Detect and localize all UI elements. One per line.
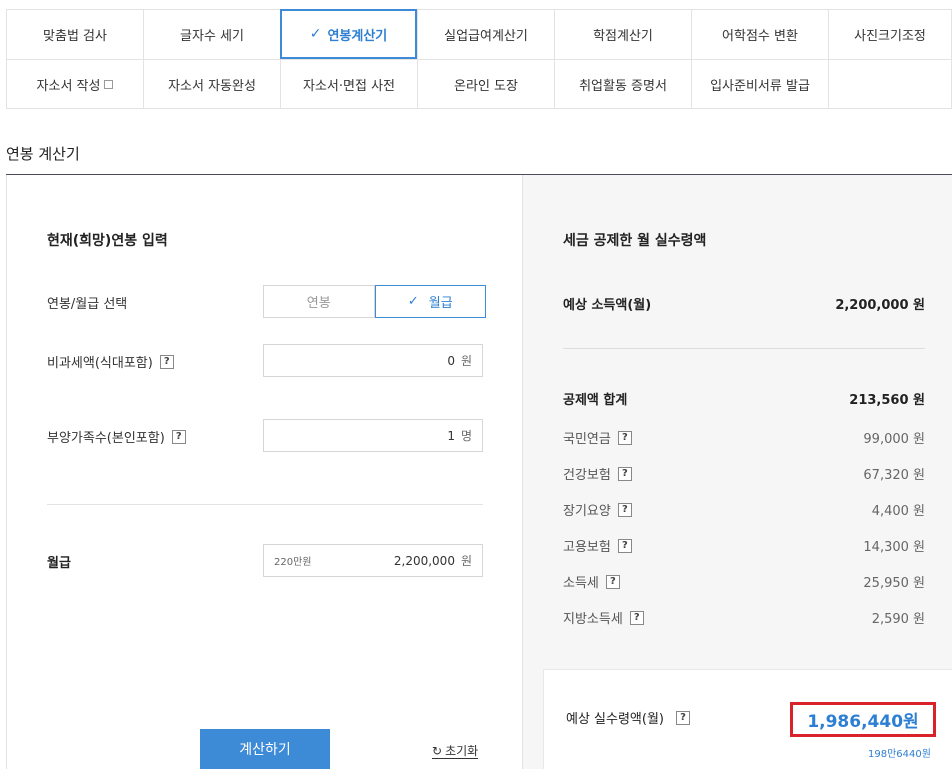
net-pay-box: 예상 실수령액(월) ? 1,986,440원 198만6440원 bbox=[543, 669, 952, 769]
calculate-button[interactable]: 계산하기 bbox=[200, 729, 330, 769]
tool-online-stamp[interactable]: 온라인 도장 bbox=[417, 59, 554, 109]
net-pay-amount: 1,986,440원 bbox=[790, 702, 936, 737]
tool-char-count[interactable]: 글자수 세기 bbox=[143, 9, 280, 59]
income-row: 예상 소득액(월) 2,200,000 원 bbox=[563, 298, 925, 313]
help-icon[interactable]: ? bbox=[676, 710, 690, 725]
deduction-row-local-tax: 지방소득세 ? 2,590 원 bbox=[563, 610, 925, 627]
help-icon[interactable]: ? bbox=[617, 466, 632, 481]
mode-option-monthly[interactable]: ✓ 월급 bbox=[374, 285, 486, 318]
help-icon[interactable]: ? bbox=[605, 574, 620, 589]
salary-input[interactable]: 220만원 2,200,000 원 bbox=[263, 544, 483, 577]
result-panel: 세금 공제한 월 실수령액 예상 소득액(월) 2,200,000 원 공제액 … bbox=[523, 175, 952, 769]
help-icon[interactable]: ? bbox=[617, 502, 632, 517]
tool-cover-letter-autocomplete[interactable]: 자소서 자동완성 bbox=[143, 59, 280, 109]
page-title: 연봉 계산기 bbox=[6, 145, 80, 163]
deduction-row-income-tax: 소득세 ? 25,950 원 bbox=[563, 574, 925, 591]
help-icon[interactable]: ? bbox=[159, 354, 174, 369]
help-icon[interactable]: ? bbox=[617, 430, 632, 445]
tool-gpa-calculator[interactable]: 학점계산기 bbox=[554, 9, 691, 59]
result-divider bbox=[563, 348, 925, 349]
deduction-row-employment: 고용보험 ? 14,300 원 bbox=[563, 538, 925, 555]
external-link-icon bbox=[104, 79, 114, 89]
help-icon[interactable]: ? bbox=[617, 538, 632, 553]
reset-button[interactable]: ↻ 초기화 bbox=[432, 744, 479, 759]
dependents-label: 부양가족수(본인포함) ? bbox=[47, 427, 186, 446]
tool-row-1: 맞춤법 검사 글자수 세기 ✓ 연봉계산기 실업급여계산기 학점계산기 어학점수 … bbox=[6, 9, 952, 59]
tool-spell-check[interactable]: 맞춤법 검사 bbox=[6, 9, 143, 59]
input-section-title: 현재(희망)연봉 입력 bbox=[47, 233, 168, 249]
salary-label: 월급 bbox=[47, 556, 71, 571]
deduction-row-health: 건강보험 ? 67,320 원 bbox=[563, 466, 925, 483]
tool-unemployment-calculator[interactable]: 실업급여계산기 bbox=[417, 9, 554, 59]
net-pay-korean: 198만6440원 bbox=[868, 749, 931, 760]
tool-photo-resize[interactable]: 사진크기조정 bbox=[828, 9, 952, 59]
dependents-input[interactable]: 1 명 bbox=[263, 419, 483, 452]
net-pay-label: 예상 실수령액(월) ? bbox=[566, 708, 690, 727]
mode-toggle: 연봉 ✓ 월급 bbox=[263, 285, 486, 318]
check-icon: ✓ bbox=[407, 294, 419, 309]
tool-interview-dictionary[interactable]: 자소서·면접 사전 bbox=[280, 59, 417, 109]
tool-menu: 맞춤법 검사 글자수 세기 ✓ 연봉계산기 실업급여계산기 학점계산기 어학점수 … bbox=[6, 9, 952, 109]
deduction-row-longterm-care: 장기요양 ? 4,400 원 bbox=[563, 502, 925, 519]
deduction-total-row: 공제액 합계 213,560 원 bbox=[563, 393, 925, 408]
nontax-label: 비과세액(식대포함) ? bbox=[47, 352, 174, 371]
refresh-icon: ↻ bbox=[432, 744, 443, 758]
help-icon[interactable]: ? bbox=[629, 610, 644, 625]
tool-job-activity-certificate[interactable]: 취업활동 증명서 bbox=[554, 59, 691, 109]
mode-label: 연봉/월급 선택 bbox=[47, 297, 128, 312]
result-section-title: 세금 공제한 월 실수령액 bbox=[563, 233, 707, 249]
tool-cover-letter[interactable]: 자소서 작성 bbox=[6, 59, 143, 109]
help-icon[interactable]: ? bbox=[171, 429, 186, 444]
tool-document-issue[interactable]: 입사준비서류 발급 bbox=[691, 59, 828, 109]
deduction-row-pension: 국민연금 ? 99,000 원 bbox=[563, 430, 925, 447]
check-icon: ✓ bbox=[309, 26, 322, 42]
input-panel: 현재(희망)연봉 입력 연봉/월급 선택 연봉 ✓ 월급 비과세액(식대포함) ?… bbox=[6, 175, 523, 769]
mode-option-annual[interactable]: 연봉 bbox=[263, 285, 375, 318]
input-divider bbox=[47, 504, 483, 505]
nontax-input[interactable]: 0 원 bbox=[263, 344, 483, 377]
tool-empty-cell bbox=[828, 59, 952, 109]
tool-language-score[interactable]: 어학점수 변환 bbox=[691, 9, 828, 59]
tool-salary-calculator[interactable]: ✓ 연봉계산기 bbox=[280, 9, 417, 59]
tool-row-2: 자소서 작성 자소서 자동완성 자소서·면접 사전 온라인 도장 취업활동 증명… bbox=[6, 59, 952, 109]
